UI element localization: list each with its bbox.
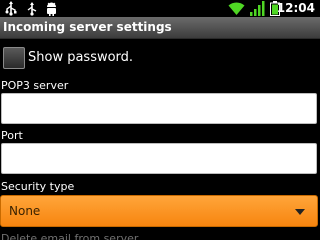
- signal-icon: [250, 1, 265, 16]
- page-title: Incoming server settings: [3, 20, 172, 34]
- title-bar: Incoming server settings: [0, 17, 320, 39]
- security-type-spinner[interactable]: None: [0, 195, 318, 227]
- show-password-checkbox[interactable]: [3, 47, 25, 69]
- port-label: Port: [1, 129, 23, 142]
- security-type-value: None: [9, 204, 41, 218]
- usb-icon: [5, 1, 17, 16]
- status-time: 12:04: [276, 1, 315, 15]
- security-type-label: Security type: [1, 180, 75, 193]
- port-input[interactable]: [1, 143, 317, 174]
- dropdown-arrow-icon: [295, 209, 305, 215]
- delete-email-label: Delete email from server: [1, 232, 139, 240]
- screen: 12:04 Incoming server settings Show pass…: [0, 0, 320, 240]
- status-bar: 12:04: [0, 0, 320, 17]
- show-password-label: Show password.: [28, 50, 134, 65]
- pop3-server-input[interactable]: [1, 93, 317, 124]
- wifi-icon: [228, 2, 245, 16]
- show-password-row[interactable]: Show password.: [0, 44, 320, 72]
- usb-debug-icon: [27, 2, 37, 16]
- android-icon: [47, 2, 56, 16]
- pop3-server-label: POP3 server: [1, 79, 69, 92]
